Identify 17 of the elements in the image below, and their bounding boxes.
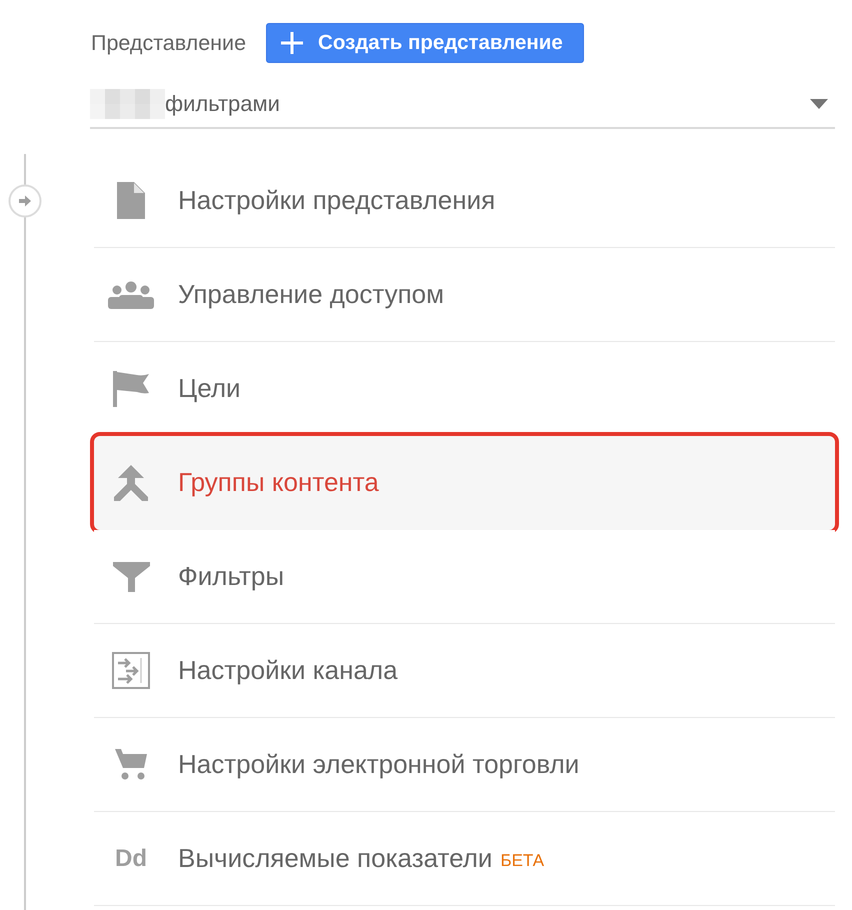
menu-item[interactable]: Фильтры: [94, 530, 835, 624]
plus-icon: [281, 32, 304, 54]
people-icon: [108, 280, 154, 308]
funnel-icon: [112, 562, 150, 592]
menu-item[interactable]: Группы контента: [94, 436, 835, 530]
merge-arrow-icon: [114, 464, 148, 500]
create-view-button[interactable]: Создать представление: [266, 23, 584, 63]
beta-label: БЕТА: [500, 850, 544, 870]
letters-icon: Dd: [115, 846, 147, 870]
view-dropdown[interactable]: фильтрами: [90, 80, 835, 129]
document-icon: [117, 182, 145, 219]
flag-icon: [113, 370, 149, 406]
view-label: Представление: [91, 30, 246, 56]
arrows-box-icon: [112, 652, 150, 689]
cart-icon: [115, 749, 147, 780]
caret-icon: [810, 98, 828, 108]
arrow-circle-icon[interactable]: [8, 184, 42, 218]
